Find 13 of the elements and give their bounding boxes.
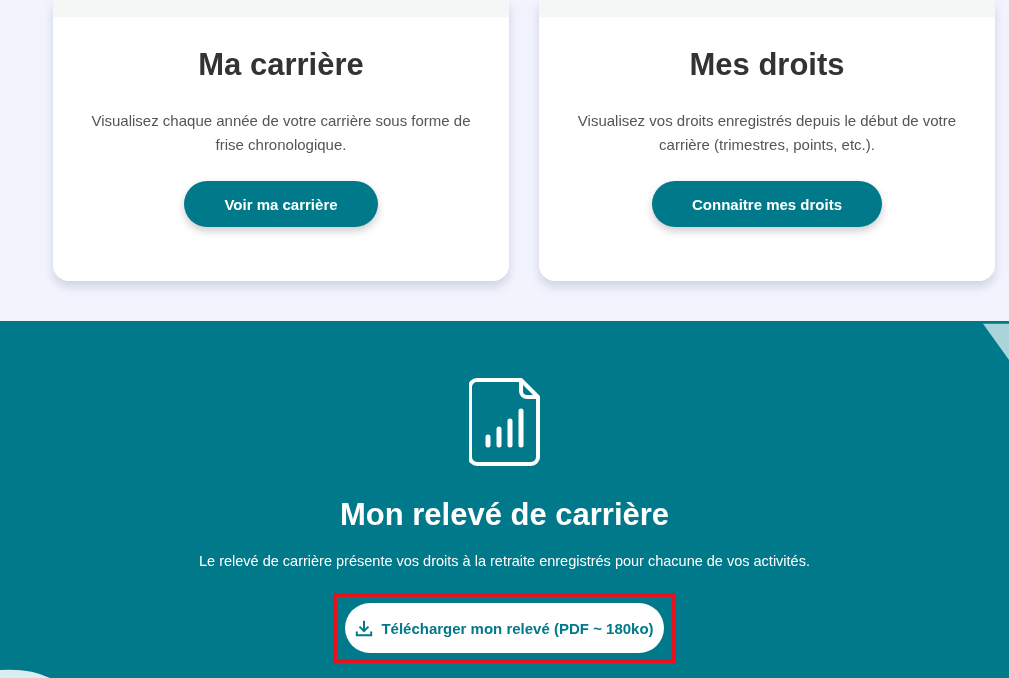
card-description: Visualisez vos droits enregistrés depuis le début de votre carrière (trimestres, points, etc.). xyxy=(576,111,958,155)
card-button[interactable]: Voir ma carrière xyxy=(184,181,378,227)
download-label: Télécharger mon relevé (PDF ~ 180ko) xyxy=(381,619,654,637)
card-title: Ma carrière xyxy=(198,47,364,83)
section-title: Mon relevé de carrière xyxy=(339,497,670,533)
download-button[interactable]: Télécharger mon relevé (PDF ~ 180ko) xyxy=(345,603,664,653)
corner-shape xyxy=(983,321,1009,361)
section-description: Le relevé de carrière présente vos droits à la retraite enregistrés pour chacune de vos activités. xyxy=(199,553,810,569)
card-description: Visualisez chaque année de votre carrière sous forme de frise chronologique. xyxy=(90,111,472,155)
card-button[interactable]: Connaitre mes droits xyxy=(652,181,882,227)
card-title: Mes droits xyxy=(689,47,845,83)
document-chart-icon xyxy=(468,377,541,467)
download-icon xyxy=(355,619,374,637)
